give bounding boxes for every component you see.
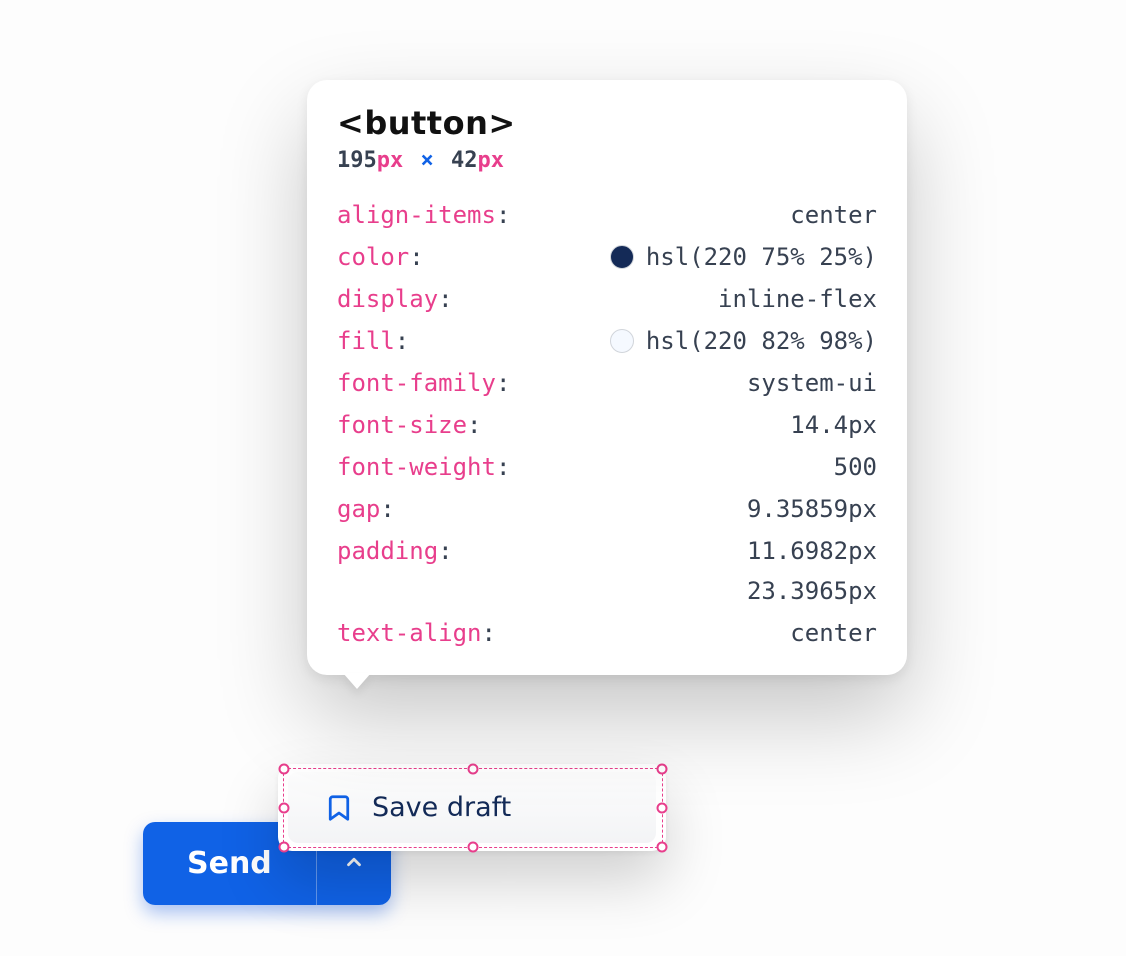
- css-property-row: font-size: 14.4px: [337, 411, 877, 439]
- css-property-row: font-weight: 500: [337, 453, 877, 481]
- inspected-element-tag: <button>: [337, 104, 877, 142]
- css-property-row: padding: 11.6982px23.3965px: [337, 537, 877, 605]
- css-property-name: gap:: [337, 495, 395, 523]
- css-property-row: font-family: system-ui: [337, 369, 877, 397]
- css-property-name: color:: [337, 243, 424, 271]
- color-swatch: [610, 245, 634, 269]
- css-property-name: font-size:: [337, 411, 482, 439]
- css-property-value: hsl(220 75% 25%): [610, 243, 877, 271]
- css-property-value: 500: [834, 453, 877, 481]
- chevron-up-icon: [343, 851, 365, 876]
- css-property-row: color: hsl(220 75% 25%): [337, 243, 877, 271]
- css-property-name: fill:: [337, 327, 409, 355]
- bookmark-icon: [324, 793, 354, 823]
- css-inspector-tooltip: <button> 195px × 42px align-items: center…: [307, 80, 907, 675]
- css-property-value: center: [790, 619, 877, 647]
- css-property-name: font-family:: [337, 369, 510, 397]
- css-property-name: display:: [337, 285, 453, 313]
- css-property-name: align-items:: [337, 201, 510, 229]
- css-property-name: font-weight:: [337, 453, 510, 481]
- send-label: Send: [187, 846, 272, 881]
- css-property-row: align-items: center: [337, 201, 877, 229]
- dropdown-menu: Save draft: [278, 764, 666, 851]
- save-draft-button[interactable]: Save draft: [288, 772, 656, 843]
- css-property-value: center: [790, 201, 877, 229]
- css-property-name: text-align:: [337, 619, 496, 647]
- css-property-value: hsl(220 82% 98%): [610, 327, 877, 355]
- css-property-name: padding:: [337, 537, 453, 565]
- css-property-row: display: inline-flex: [337, 285, 877, 313]
- css-property-row: text-align: center: [337, 619, 877, 647]
- css-property-value: 9.35859px: [747, 495, 877, 523]
- inspected-element-dimensions: 195px × 42px: [337, 148, 877, 173]
- css-property-row: fill: hsl(220 82% 98%): [337, 327, 877, 355]
- css-property-row: gap: 9.35859px: [337, 495, 877, 523]
- css-property-value: system-ui: [747, 369, 877, 397]
- save-draft-label: Save draft: [372, 792, 511, 823]
- css-property-value: inline-flex: [718, 285, 877, 313]
- css-property-list: align-items: center color: hsl(220 75% 25%)…: [337, 201, 877, 647]
- css-property-value: 14.4px: [790, 411, 877, 439]
- css-property-value: 11.6982px23.3965px: [605, 537, 877, 605]
- color-swatch: [610, 329, 634, 353]
